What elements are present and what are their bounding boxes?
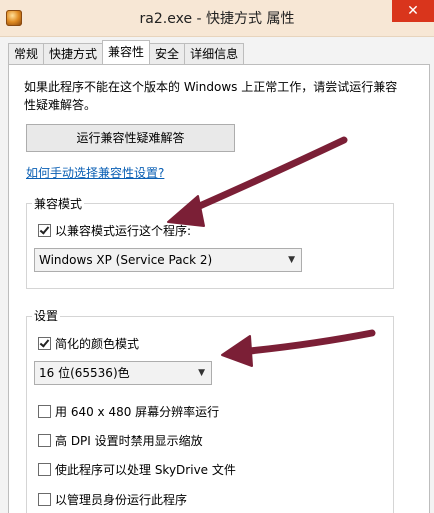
- color-depth-value: 16 位(65536)色: [39, 366, 130, 380]
- settings-group-label: 设置: [32, 307, 61, 324]
- tab-security[interactable]: 安全: [149, 43, 186, 64]
- os-version-value: Windows XP (Service Pack 2): [39, 253, 213, 267]
- close-button[interactable]: ✕: [392, 0, 434, 22]
- window-title: ra2.exe - 快捷方式 属性: [139, 11, 295, 27]
- compat-mode-checkbox-label: 以兼容模式运行这个程序:: [55, 224, 192, 238]
- compat-mode-checkbox[interactable]: [38, 224, 51, 237]
- tab-strip: 常规 快捷方式 兼容性 安全 详细信息: [8, 40, 245, 64]
- tab-details[interactable]: 详细信息: [184, 43, 245, 64]
- tab-compatibility[interactable]: 兼容性: [102, 40, 151, 64]
- reduced-color-checkbox[interactable]: [38, 337, 51, 350]
- tab-general[interactable]: 常规: [8, 43, 45, 64]
- reduced-color-label: 简化的颜色模式: [55, 337, 140, 351]
- run-as-admin-checkbox[interactable]: [38, 493, 51, 506]
- os-version-select[interactable]: Windows XP (Service Pack 2) ▼: [34, 248, 302, 272]
- intro-text: 如果此程序不能在这个版本的 Windows 上正常工作，请尝试运行兼容性疑难解答…: [24, 80, 398, 112]
- manual-settings-link[interactable]: 如何手动选择兼容性设置?: [26, 164, 164, 181]
- disable-dpi-scaling-checkbox-row[interactable]: 高 DPI 设置时禁用显示缩放: [38, 432, 203, 449]
- run-as-admin-label: 以管理员身份运行此程序: [55, 493, 188, 507]
- resolution-640-label: 用 640 x 480 屏幕分辨率运行: [55, 405, 220, 419]
- color-depth-select[interactable]: 16 位(65536)色 ▼: [34, 361, 212, 385]
- run-troubleshooter-button[interactable]: 运行兼容性疑难解答: [26, 124, 235, 152]
- compat-mode-group-label: 兼容模式: [32, 195, 85, 212]
- compat-mode-group: [26, 203, 394, 289]
- chevron-down-icon: ▼: [288, 255, 295, 265]
- skydrive-checkbox[interactable]: [38, 463, 51, 476]
- run-as-admin-checkbox-row[interactable]: 以管理员身份运行此程序: [38, 491, 187, 508]
- reduced-color-checkbox-row[interactable]: 简化的颜色模式: [38, 335, 139, 352]
- disable-dpi-scaling-checkbox[interactable]: [38, 434, 51, 447]
- resolution-640-checkbox-row[interactable]: 用 640 x 480 屏幕分辨率运行: [38, 403, 219, 420]
- chevron-down-icon: ▼: [198, 368, 205, 378]
- tab-shortcut[interactable]: 快捷方式: [43, 43, 104, 64]
- title-bar[interactable]: ra2.exe - 快捷方式 属性 ✕: [0, 0, 434, 37]
- compat-mode-checkbox-row[interactable]: 以兼容模式运行这个程序:: [38, 222, 191, 239]
- skydrive-checkbox-row[interactable]: 使此程序可以处理 SkyDrive 文件: [38, 461, 236, 478]
- resolution-640-checkbox[interactable]: [38, 405, 51, 418]
- disable-dpi-scaling-label: 高 DPI 设置时禁用显示缩放: [55, 434, 203, 448]
- properties-window: ra2.exe - 快捷方式 属性 ✕ 常规 快捷方式 兼容性 安全 详细信息 …: [0, 0, 434, 513]
- skydrive-label: 使此程序可以处理 SkyDrive 文件: [55, 463, 236, 477]
